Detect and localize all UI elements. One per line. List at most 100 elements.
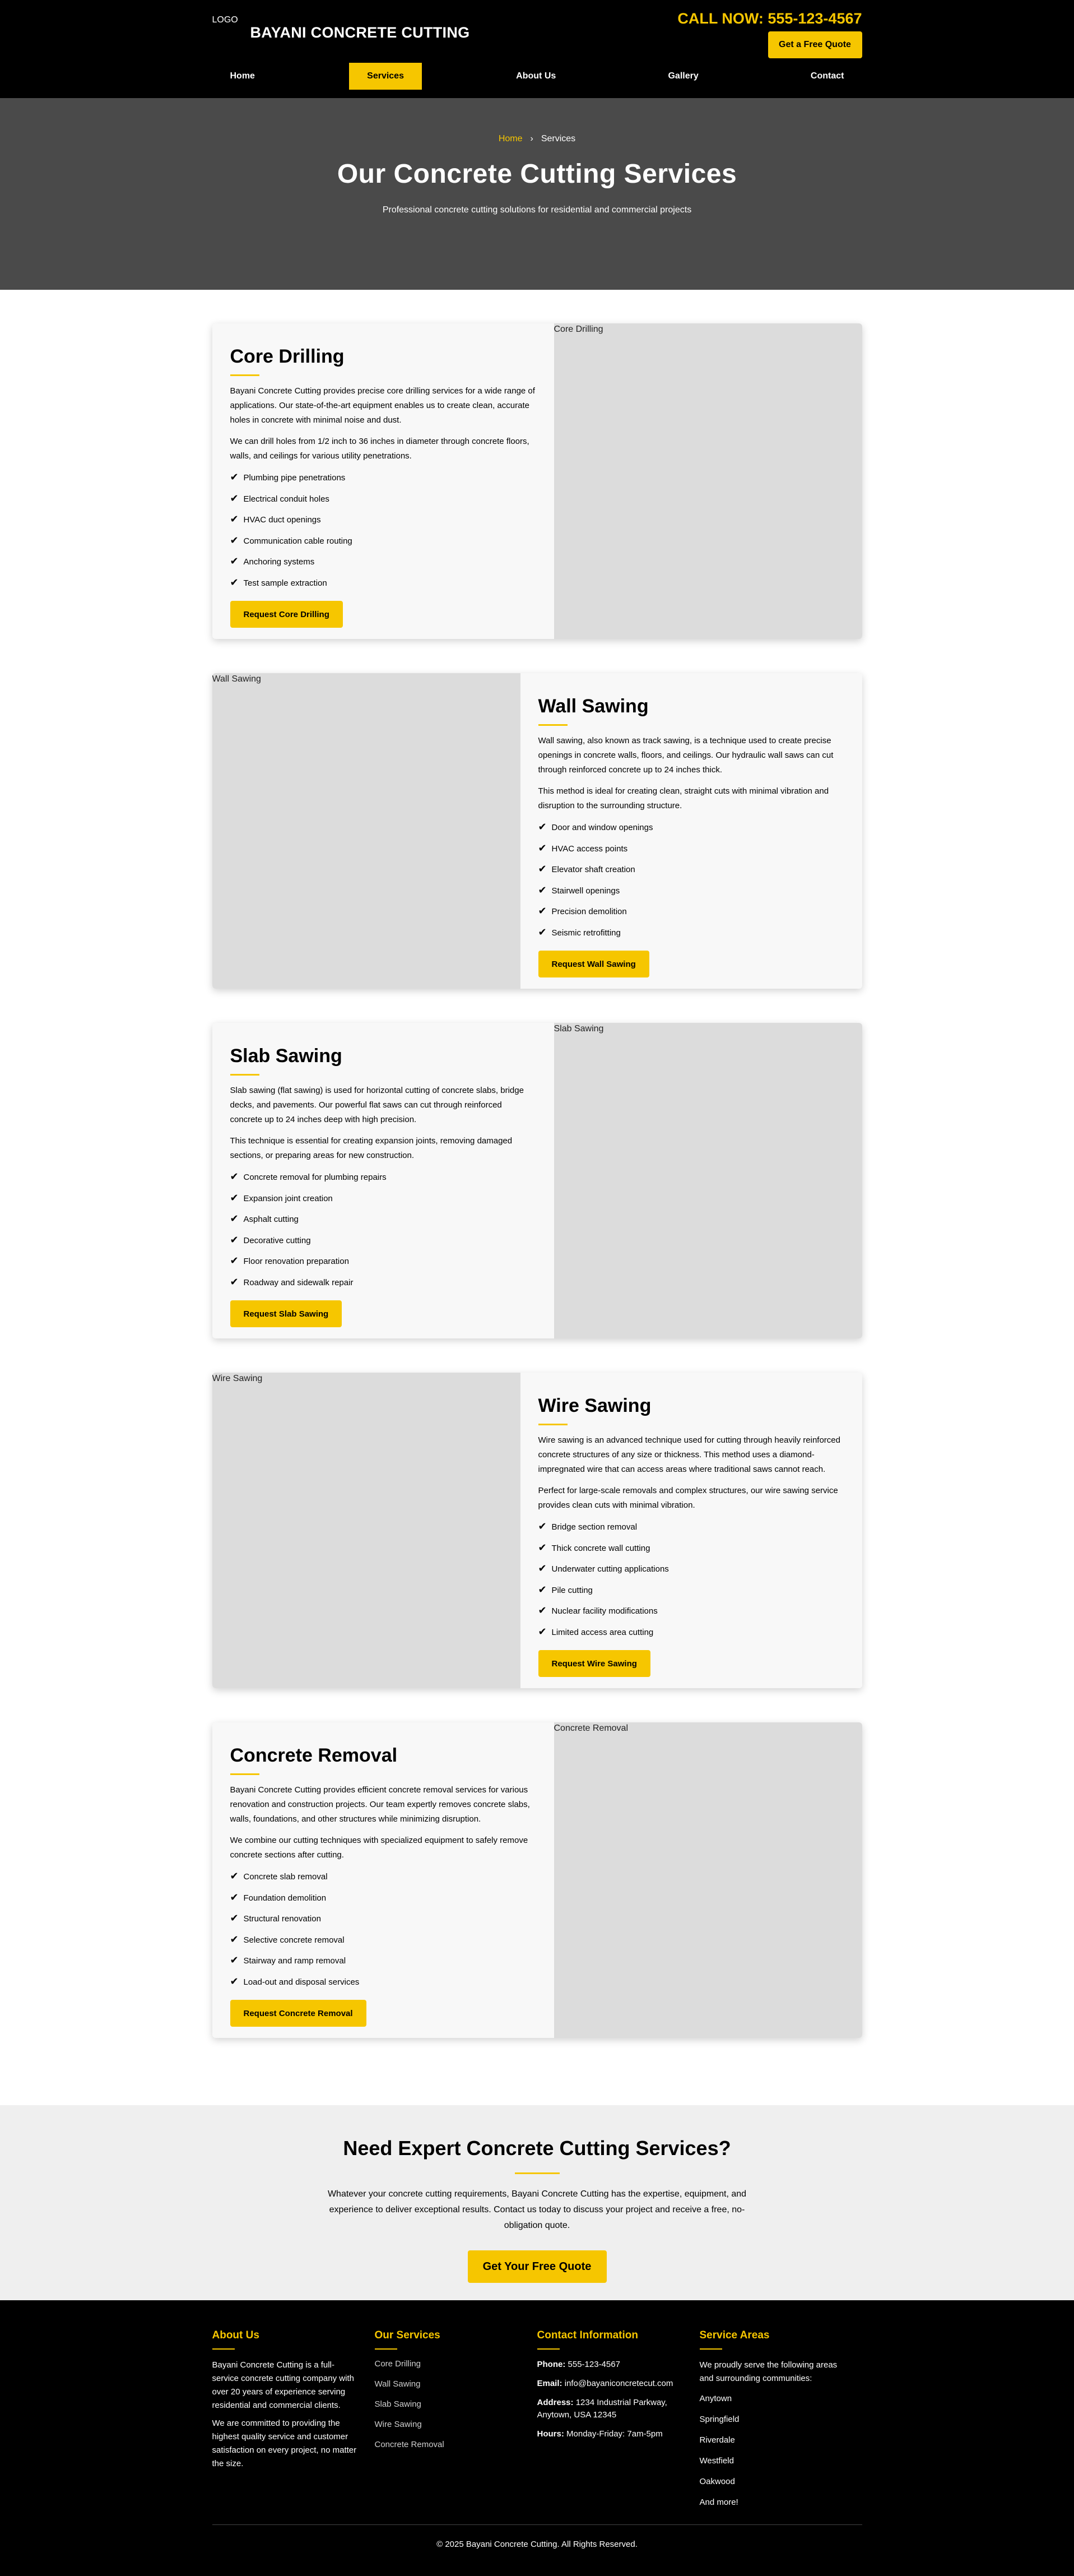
list-item-text: Test sample extraction bbox=[243, 578, 327, 588]
list-item: ✔ Anchoring systems bbox=[230, 555, 536, 568]
check-icon: ✔ bbox=[538, 863, 547, 874]
request-concrete-removal-button[interactable]: Request Concrete Removal bbox=[230, 2000, 366, 2027]
title-underline bbox=[212, 2348, 235, 2350]
chevron-right-icon: › bbox=[530, 134, 533, 143]
list-item: ✔ Concrete removal for plumbing repairs bbox=[230, 1171, 536, 1183]
list-item-text: Door and window openings bbox=[551, 823, 653, 832]
service-description: Wall sawing, also known as track sawing,… bbox=[538, 736, 834, 775]
service-area-item: Westfield bbox=[699, 2456, 734, 2466]
image-alt-text: Core Drilling bbox=[554, 325, 603, 334]
get-your-free-quote-button[interactable]: Get Your Free Quote bbox=[467, 2250, 607, 2283]
list-item-text: Bridge section removal bbox=[551, 1522, 638, 1532]
image-alt-text: Wire Sawing bbox=[212, 1374, 263, 1383]
service-card-concrete-removal: Concrete Removal Bayani Concrete Cutting… bbox=[212, 1722, 862, 2038]
site-footer: About Us Bayani Concrete Cutting is a fu… bbox=[0, 2300, 1074, 2576]
main-nav: Home Services About Us Gallery Contact bbox=[212, 63, 862, 90]
breadcrumb: Home › Services bbox=[0, 98, 1074, 144]
list-item: ✔ Structural renovation bbox=[230, 1912, 536, 1925]
footer-link-concrete-removal[interactable]: Concrete Removal bbox=[375, 2439, 537, 2450]
footer-phone: Phone: 555-123-4567 bbox=[537, 2359, 686, 2371]
check-icon: ✔ bbox=[230, 1171, 239, 1182]
check-icon: ✔ bbox=[230, 555, 239, 567]
logo-broken-image-icon[interactable]: LOGO bbox=[212, 15, 250, 38]
service-description: Slab sawing (flat sawing) is used for ho… bbox=[230, 1086, 524, 1124]
brand-name[interactable]: BAYANI CONCRETE CUTTING bbox=[250, 24, 470, 41]
list-item-text: Limited access area cutting bbox=[551, 1627, 654, 1637]
check-icon: ✔ bbox=[230, 1954, 239, 1966]
list-item: ✔ Expansion joint creation bbox=[230, 1192, 536, 1204]
nav-services[interactable]: Services bbox=[349, 63, 422, 90]
breadcrumb-home-link[interactable]: Home bbox=[499, 134, 523, 143]
footer-link-wire-sawing[interactable]: Wire Sawing bbox=[375, 2419, 537, 2430]
list-item-text: Concrete removal for plumbing repairs bbox=[243, 1173, 387, 1182]
cta-title: Need Expert Concrete Cutting Services? bbox=[343, 2137, 731, 2160]
list-item-text: Plumbing pipe penetrations bbox=[243, 473, 346, 483]
list-item: ✔ Door and window openings bbox=[538, 821, 844, 833]
service-area-item: Anytown bbox=[699, 2394, 732, 2403]
email-value[interactable]: info@bayaniconcretecut.com bbox=[565, 2379, 673, 2388]
check-icon: ✔ bbox=[230, 534, 239, 546]
title-underline bbox=[230, 1773, 259, 1775]
list-item-text: Anchoring systems bbox=[243, 557, 315, 567]
list-item: ✔ Precision demolition bbox=[538, 905, 844, 918]
list-item: ✔ Elevator shaft creation bbox=[538, 863, 844, 875]
list-item-text: Stairway and ramp removal bbox=[243, 1956, 346, 1966]
list-item: ✔ Nuclear facility modifications bbox=[538, 1605, 844, 1617]
service-title: Concrete Removal bbox=[230, 1745, 398, 1766]
list-item: ✔ Load-out and disposal services bbox=[230, 1976, 536, 1988]
page-subtitle: Professional concrete cutting solutions … bbox=[382, 205, 692, 215]
check-icon: ✔ bbox=[230, 492, 239, 504]
get-free-quote-button[interactable]: Get a Free Quote bbox=[768, 31, 862, 58]
list-item: ✔ Roadway and sidewalk repair bbox=[230, 1276, 536, 1289]
request-wall-sawing-button[interactable]: Request Wall Sawing bbox=[538, 951, 649, 977]
site-header: LOGO BAYANI CONCRETE CUTTING CALL NOW: 5… bbox=[0, 0, 1074, 98]
title-underline bbox=[374, 2348, 397, 2350]
service-card-wire-sawing: Wire Sawing Wire sawing is an advanced t… bbox=[212, 1373, 862, 1688]
service-description: We can drill holes from 1/2 inch to 36 i… bbox=[230, 437, 529, 461]
check-icon: ✔ bbox=[230, 1912, 239, 1924]
list-item: ✔ Underwater cutting applications bbox=[538, 1563, 844, 1575]
footer-link-wall-sawing[interactable]: Wall Sawing bbox=[375, 2379, 537, 2390]
title-underline bbox=[514, 2172, 560, 2174]
list-item-text: Seismic retrofitting bbox=[551, 928, 621, 938]
address-label: Address: bbox=[537, 2398, 574, 2407]
title-underline bbox=[230, 1074, 259, 1076]
footer-link-slab-sawing[interactable]: Slab Sawing bbox=[375, 2399, 537, 2410]
list-item-text: HVAC access points bbox=[551, 844, 628, 854]
nav-contact[interactable]: Contact bbox=[793, 63, 862, 90]
service-content: Wall Sawing Wall sawing, also known as t… bbox=[520, 673, 862, 989]
footer-link-core-drilling[interactable]: Core Drilling bbox=[375, 2359, 537, 2370]
service-description: Perfect for large-scale removals and com… bbox=[538, 1486, 838, 1510]
service-features-list: ✔ Door and window openings ✔ HVAC access p… bbox=[538, 821, 844, 939]
list-item-text: Thick concrete wall cutting bbox=[551, 1543, 650, 1553]
nav-home[interactable]: Home bbox=[212, 63, 273, 90]
check-icon: ✔ bbox=[230, 1870, 239, 1882]
nav-gallery[interactable]: Gallery bbox=[650, 63, 716, 90]
service-content: Concrete Removal Bayani Concrete Cutting… bbox=[212, 1722, 554, 2038]
list-item: ✔ Decorative cutting bbox=[230, 1234, 536, 1247]
cta-text: Whatever your concrete cutting requireme… bbox=[327, 2189, 747, 2230]
check-icon: ✔ bbox=[230, 1933, 239, 1945]
request-wire-sawing-button[interactable]: Request Wire Sawing bbox=[538, 1650, 650, 1677]
service-areas-intro: We proudly serve the following areas and… bbox=[699, 2360, 838, 2383]
check-icon: ✔ bbox=[538, 1625, 547, 1637]
request-core-drilling-button[interactable]: Request Core Drilling bbox=[230, 601, 343, 628]
request-slab-sawing-button[interactable]: Request Slab Sawing bbox=[230, 1300, 342, 1327]
list-item-text: Foundation demolition bbox=[243, 1893, 327, 1903]
call-now-phone[interactable]: CALL NOW: 555-123-4567 bbox=[677, 10, 862, 27]
list-item-text: Electrical conduit holes bbox=[243, 494, 329, 504]
nav-about-us[interactable]: About Us bbox=[498, 63, 574, 90]
check-icon: ✔ bbox=[230, 1276, 239, 1287]
check-icon: ✔ bbox=[538, 1521, 547, 1532]
list-item-text: Floor renovation preparation bbox=[243, 1257, 349, 1266]
hours-label: Hours: bbox=[537, 2429, 564, 2439]
list-item-text: Communication cable routing bbox=[243, 536, 352, 546]
check-icon: ✔ bbox=[538, 842, 547, 854]
service-features-list: ✔ Bridge section removal ✔ Thick concrete … bbox=[538, 1521, 844, 1638]
service-features-list: ✔ Plumbing pipe penetrations ✔ Electrical … bbox=[230, 471, 536, 589]
phone-value[interactable]: 555-123-4567 bbox=[568, 2360, 620, 2369]
list-item: ✔ Test sample extraction bbox=[230, 577, 536, 589]
footer-services: Our Services Core Drilling Wall Sawing S… bbox=[374, 2329, 537, 2524]
service-description: Bayani Concrete Cutting provides efficie… bbox=[230, 1785, 530, 1824]
list-item-text: Elevator shaft creation bbox=[551, 865, 635, 874]
